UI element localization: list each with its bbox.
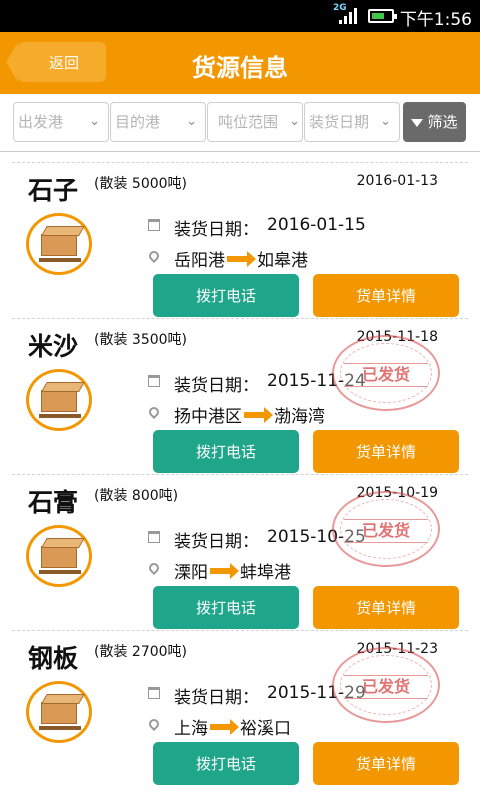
- arrow-right-icon: [244, 406, 273, 423]
- cargo-spec: (散装 5000吨): [94, 176, 188, 192]
- cargo-card: 钢板 (散装 2700吨) 2015-11-23 装货日期： 2015-11-2…: [12, 630, 468, 785]
- shipped-stamp: 已发货: [332, 491, 440, 567]
- location-pin-icon: [146, 716, 162, 732]
- order-detail-button[interactable]: 货单详情: [313, 430, 459, 473]
- funnel-icon: [411, 119, 424, 127]
- call-button[interactable]: 拨打电话: [153, 586, 299, 629]
- location-pin-icon: [146, 404, 162, 420]
- calendar-icon: [148, 375, 160, 387]
- signal-icon: [339, 8, 359, 24]
- order-detail-button-label: 货单详情: [355, 755, 416, 773]
- load-date-value: 2016-01-15: [267, 215, 366, 235]
- chevron-down-icon: ⌄: [186, 114, 197, 129]
- route-origin: 扬中港区: [174, 407, 242, 427]
- shipped-stamp-text: 已发货: [344, 675, 428, 699]
- route: 溧阳 蚌埠港: [174, 558, 291, 583]
- shipped-stamp: 已发货: [332, 335, 440, 411]
- route-destination: 如皋港: [257, 251, 308, 271]
- calendar-icon: [148, 687, 160, 699]
- route-origin: 上海: [174, 719, 208, 739]
- cargo-box-icon: [26, 213, 92, 275]
- shipped-stamp-text: 已发货: [344, 519, 428, 543]
- order-detail-button-label: 货单详情: [355, 443, 416, 461]
- route-origin: 岳阳港: [174, 251, 225, 271]
- calendar-icon: [148, 219, 160, 231]
- order-detail-button-label: 货单详情: [355, 599, 416, 617]
- status-bar: 2G 下午1:56: [0, 0, 480, 32]
- shipped-stamp: 已发货: [332, 647, 440, 723]
- cargo-card: 米沙 (散装 3500吨) 2015-11-18 装货日期： 2015-11-2…: [12, 318, 468, 473]
- chevron-down-icon: ⌄: [289, 114, 300, 129]
- shipped-stamp-text: 已发货: [344, 363, 428, 387]
- post-date: 2016-01-13: [356, 173, 438, 189]
- battery-icon: [368, 9, 397, 23]
- chevron-down-icon: ⌄: [89, 114, 100, 129]
- order-detail-button[interactable]: 货单详情: [313, 274, 459, 317]
- call-button[interactable]: 拨打电话: [153, 430, 299, 473]
- cargo-spec: (散装 800吨): [94, 488, 179, 504]
- loading-date-placeholder: 装货日期: [309, 113, 370, 131]
- clock: 下午1:56: [399, 10, 472, 30]
- loading-date-select[interactable]: 装货日期 ⌄: [304, 102, 400, 142]
- arrow-right-icon: [227, 250, 256, 267]
- route-destination: 蚌埠港: [240, 563, 291, 583]
- calendar-icon: [148, 531, 160, 543]
- destination-port-select[interactable]: 目的港 ⌄: [110, 102, 206, 142]
- call-button-label: 拨打电话: [195, 287, 256, 305]
- cargo-name: 米沙: [28, 332, 79, 361]
- tonnage-range-placeholder: 吨位范围: [218, 113, 279, 131]
- load-date-label: 装货日期：: [174, 688, 259, 708]
- arrow-right-icon: [210, 718, 239, 735]
- cargo-name: 石膏: [28, 488, 79, 517]
- app-header: 返回 货源信息: [0, 32, 480, 94]
- arrow-right-icon: [210, 562, 239, 579]
- cargo-box-icon: [26, 525, 92, 587]
- origin-port-placeholder: 出发港: [18, 113, 64, 131]
- route-destination: 渤海湾: [274, 407, 325, 427]
- tonnage-range-select[interactable]: 吨位范围 ⌄: [207, 102, 303, 142]
- route-destination: 裕溪口: [240, 719, 291, 739]
- cargo-spec: (散装 3500吨): [94, 332, 188, 348]
- route-origin: 溧阳: [174, 563, 208, 583]
- order-detail-button-label: 货单详情: [355, 287, 416, 305]
- call-button[interactable]: 拨打电话: [153, 742, 299, 785]
- location-pin-icon: [146, 248, 162, 264]
- filter-bar: 出发港 ⌄ 目的港 ⌄ 吨位范围 ⌄ 装货日期 ⌄ 筛选: [0, 94, 480, 152]
- filter-button-label: 筛选: [427, 113, 458, 131]
- location-pin-icon: [146, 560, 162, 576]
- destination-port-placeholder: 目的港: [115, 113, 161, 131]
- chevron-down-icon: ⌄: [380, 114, 391, 129]
- load-date-label: 装货日期：: [174, 532, 259, 552]
- cargo-name: 钢板: [28, 644, 79, 673]
- cargo-card: 石子 (散装 5000吨) 2016-01-13 装货日期： 2016-01-1…: [12, 162, 468, 317]
- call-button[interactable]: 拨打电话: [153, 274, 299, 317]
- call-button-label: 拨打电话: [195, 599, 256, 617]
- cargo-box-icon: [26, 369, 92, 431]
- cargo-card: 石膏 (散装 800吨) 2015-10-19 装货日期： 2015-10-25…: [12, 474, 468, 629]
- cargo-box-icon: [26, 681, 92, 743]
- call-button-label: 拨打电话: [195, 755, 256, 773]
- route: 扬中港区 渤海湾: [174, 402, 325, 427]
- filter-button[interactable]: 筛选: [403, 102, 466, 142]
- call-button-label: 拨打电话: [195, 443, 256, 461]
- cargo-name: 石子: [28, 176, 79, 205]
- order-detail-button[interactable]: 货单详情: [313, 586, 459, 629]
- page-title: 货源信息: [192, 54, 288, 82]
- cargo-spec: (散装 2700吨): [94, 644, 188, 660]
- route: 岳阳港 如皋港: [174, 246, 308, 271]
- origin-port-select[interactable]: 出发港 ⌄: [13, 102, 109, 142]
- load-date-label: 装货日期：: [174, 376, 259, 396]
- load-date-label: 装货日期：: [174, 220, 259, 240]
- order-detail-button[interactable]: 货单详情: [313, 742, 459, 785]
- route: 上海 裕溪口: [174, 714, 291, 739]
